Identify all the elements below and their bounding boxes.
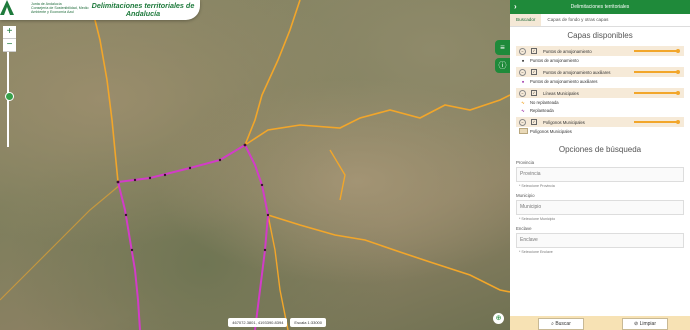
legend-label: Replanteada	[530, 107, 554, 113]
layer-name: Líneas Municipales	[543, 90, 579, 96]
purple-dot-icon: ●	[521, 78, 525, 84]
checkbox-icon[interactable]: ✓	[531, 119, 537, 125]
map-view[interactable]: Junta de Andalucía Consejería de Sosteni…	[0, 0, 510, 330]
legend-item: Polígonos Municipales	[516, 127, 684, 135]
enclave-hint: * Seleccione Enclave	[519, 250, 553, 254]
zoom-control: + −	[3, 26, 16, 52]
layer-name: Polígonos Municipales	[543, 119, 585, 125]
layer-row[interactable]: − ✓ Puntos de amojonamiento auxiliares	[516, 67, 684, 77]
layer-puntos-aux: − ✓ Puntos de amojonamiento auxiliares ●…	[516, 67, 684, 85]
orange-line-icon: ∿	[521, 99, 525, 105]
legend-label: No replanteada	[530, 99, 559, 105]
purple-line-icon: ∿	[521, 107, 525, 113]
checkbox-icon[interactable]: ✓	[531, 69, 537, 75]
app-title: Delimitaciones territoriales de Andalucí…	[91, 1, 195, 18]
layers-section-title: Capas disponibles	[567, 31, 633, 40]
legend-label: Puntos de amojonamiento	[530, 57, 579, 63]
collapse-icon[interactable]: −	[519, 47, 526, 55]
provincia-hint: * Seleccione Provincia	[519, 184, 555, 188]
municipio-label: Municipio	[516, 193, 535, 198]
coordinates-readout: 467072.3801, 4193390.8394	[228, 318, 288, 327]
scale-readout[interactable]: Escala 1:33000	[290, 318, 326, 327]
opacity-slider[interactable]	[634, 90, 680, 94]
legend-item: ● Puntos de amojonamiento	[516, 56, 684, 64]
collapse-icon[interactable]: −	[519, 68, 526, 76]
status-bar: 467072.3801, 4193390.8394 Escala 1:33000	[228, 318, 326, 327]
legend-item: ● Puntos de amojonamiento auxiliares	[516, 77, 684, 85]
legend-item: ∿ No replanteada	[516, 98, 684, 106]
layer-row[interactable]: − ✓ Polígonos Municipales	[516, 117, 684, 127]
side-tabs: ≡ ⓘ	[495, 40, 510, 76]
zoom-slider-handle[interactable]	[5, 92, 14, 101]
layer-row[interactable]: − ✓ Puntos de amojonamiento	[516, 46, 684, 56]
provincia-select[interactable]: Provincia	[516, 167, 684, 182]
provincia-label: Provincia	[516, 160, 535, 165]
chevron-right-icon[interactable]: ›	[514, 0, 517, 14]
clear-button-label: Limpiar	[639, 321, 656, 327]
tab-capas-fondo[interactable]: Capas de fondo y otras capas	[541, 14, 614, 26]
black-dot-icon: ●	[521, 57, 525, 63]
opacity-slider[interactable]	[634, 119, 680, 123]
panel-tabs: Buscador Capas de fondo y otras capas	[510, 14, 690, 27]
opacity-slider[interactable]	[634, 69, 680, 73]
checkbox-icon[interactable]: ✓	[531, 90, 537, 96]
search-section-title: Opciones de búsqueda	[558, 145, 642, 154]
enclave-label: Enclave	[516, 226, 532, 231]
zoom-in-button[interactable]: +	[3, 26, 16, 39]
panel-title: Delimitaciones territoriales	[570, 4, 630, 10]
search-button[interactable]: ⌕ Buscar	[538, 318, 584, 330]
municipio-select[interactable]: Municipio	[516, 200, 684, 215]
municipio-hint: * Seleccione Municipio	[519, 217, 556, 221]
opacity-slider[interactable]	[634, 48, 680, 52]
map-lines	[0, 0, 510, 330]
header-banner: Junta de Andalucía Consejería de Sosteni…	[0, 0, 200, 20]
locate-icon[interactable]: ⊕	[493, 313, 504, 324]
layer-lineas: − ✓ Líneas Municipales ∿ No replanteada …	[516, 88, 684, 114]
collapse-icon[interactable]: −	[519, 118, 526, 126]
layer-name: Puntos de amojonamiento auxiliares	[543, 69, 611, 75]
legend-item: ∿ Replanteada	[516, 106, 684, 114]
side-panel: › Delimitaciones territoriales Buscador …	[510, 0, 690, 330]
enclave-select[interactable]: Enclave	[516, 233, 684, 248]
info-icon[interactable]: ⓘ	[495, 58, 510, 73]
panel-footer: ⌕ Buscar ⊘ Limpiar	[510, 316, 690, 330]
zoom-out-button[interactable]: −	[3, 39, 16, 52]
panel-header: › Delimitaciones territoriales	[510, 0, 690, 14]
polygon-swatch-icon	[518, 127, 528, 135]
layers-icon[interactable]: ≡	[495, 40, 510, 55]
checkbox-icon[interactable]: ✓	[531, 48, 537, 54]
clear-button[interactable]: ⊘ Limpiar	[622, 318, 668, 330]
search-button-label: Buscar	[555, 321, 571, 327]
layer-name: Puntos de amojonamiento	[543, 48, 592, 54]
layer-row[interactable]: − ✓ Líneas Municipales	[516, 88, 684, 98]
junta-logo-icon	[0, 0, 14, 15]
tab-buscador[interactable]: Buscador	[510, 14, 542, 26]
collapse-icon[interactable]: −	[519, 89, 526, 97]
legend-label: Polígonos Municipales	[530, 128, 572, 134]
layer-puntos: − ✓ Puntos de amojonamiento ● Puntos de …	[516, 46, 684, 64]
legend-label: Puntos de amojonamiento auxiliares	[530, 78, 598, 84]
layer-poligonos: − ✓ Polígonos Municipales Polígonos Muni…	[516, 117, 684, 135]
